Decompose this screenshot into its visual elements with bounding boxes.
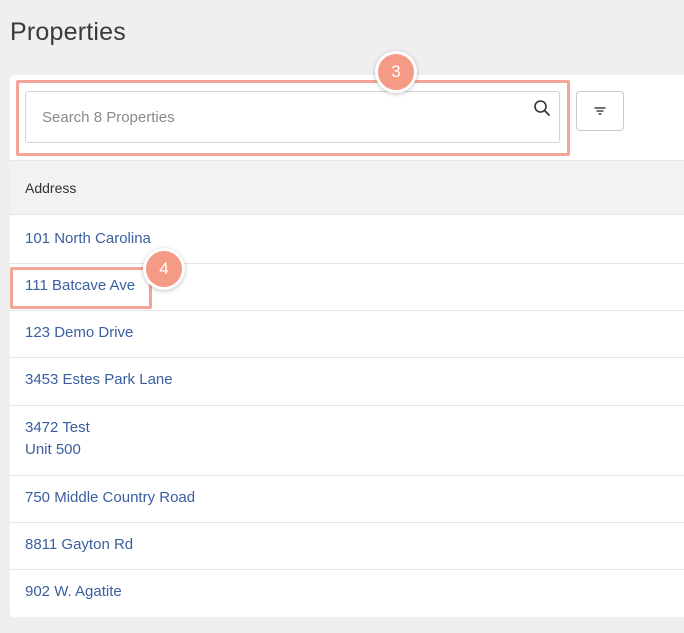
property-link[interactable]: 3453 Estes Park Lane [25,369,173,391]
filter-lines-icon [594,107,606,115]
property-link[interactable]: 902 W. Agatite [25,581,122,603]
search-icon[interactable] [533,99,551,117]
address-line1: 750 Middle Country Road [25,489,196,506]
address-line1: 3453 Estes Park Lane [25,371,173,388]
table-row: 3453 Estes Park Lane [10,358,684,406]
address-line1: 3472 Test [25,419,90,436]
column-header-address[interactable]: Address [25,180,76,196]
search-input[interactable] [26,92,559,142]
property-link[interactable]: 123 Demo Drive [25,322,133,344]
table-row: 8811 Gayton Rd [10,523,684,570]
address-line1: 111 Batcave Ave [25,277,136,294]
filter-button[interactable] [576,91,624,131]
table-row: 902 W. Agatite [10,570,684,617]
address-line1: 101 North Carolina [25,230,151,247]
property-link[interactable]: 101 North Carolina [25,228,151,250]
address-line1: 8811 Gayton Rd [25,536,134,553]
address-line2: Unit 500 [25,441,81,458]
table-row: 111 Batcave Ave [10,264,684,311]
page-title: Properties [10,18,126,46]
property-link[interactable]: 8811 Gayton Rd [25,534,133,556]
table-header: Address [10,160,684,215]
table-row: 123 Demo Drive [10,311,684,358]
table-row: 101 North Carolina [10,216,684,264]
address-line1: 902 W. Agatite [25,583,122,600]
table-row: 750 Middle Country Road [10,476,684,523]
search-field[interactable] [25,91,560,143]
property-link[interactable]: 3472 Test Unit 500 [25,417,90,461]
property-link[interactable]: 750 Middle Country Road [25,487,195,509]
address-line1: 123 Demo Drive [25,324,134,341]
table-row: 3472 Test Unit 500 [10,406,684,476]
property-link[interactable]: 111 Batcave Ave [25,275,135,297]
